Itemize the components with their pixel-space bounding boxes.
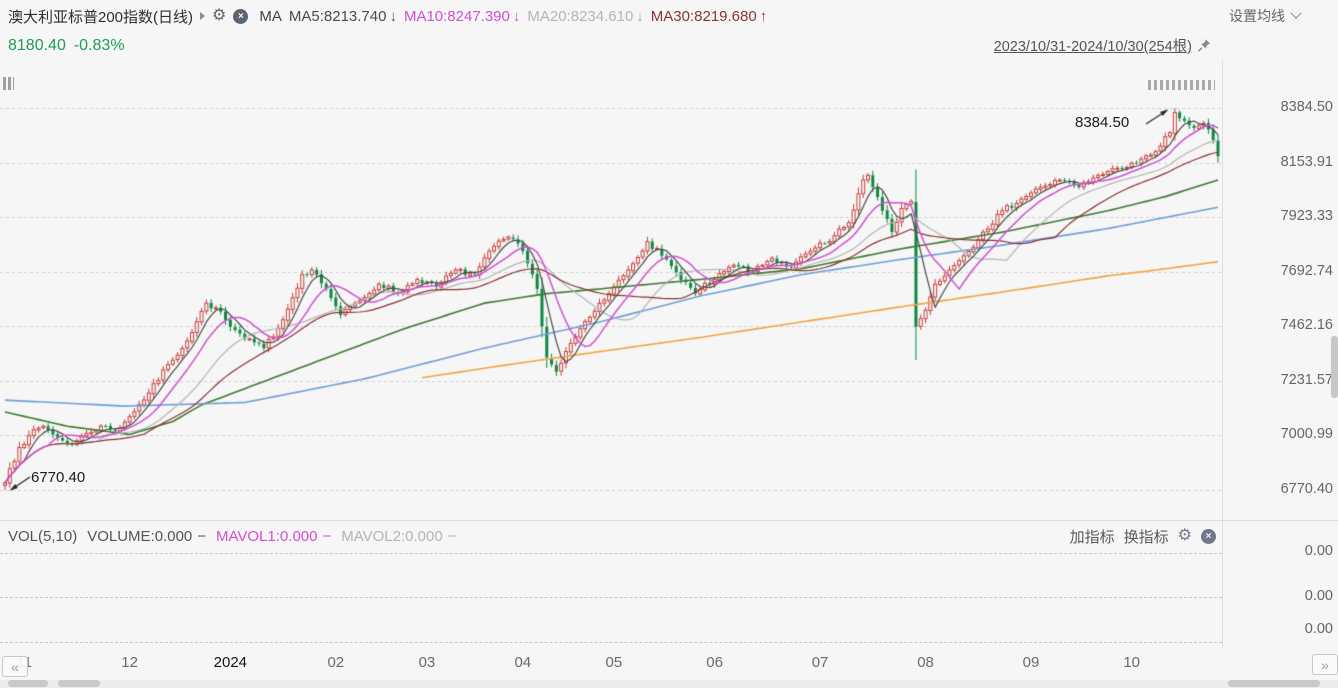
ma30-legend: MA30:8219.680 ↑ bbox=[651, 8, 767, 25]
expand-right-icon[interactable] bbox=[200, 12, 205, 20]
chevron-down-icon bbox=[1290, 8, 1301, 19]
down-arrow-icon: ↓ bbox=[389, 8, 397, 25]
x-axis-label: 12 bbox=[121, 654, 138, 671]
volume-y-axis-label: 0.00 bbox=[1305, 588, 1333, 604]
horizontal-scrollbar[interactable] bbox=[0, 680, 1338, 688]
add-indicator-button[interactable]: 加指标 bbox=[1070, 526, 1115, 547]
pushpin-icon[interactable] bbox=[1197, 38, 1212, 53]
gridline bbox=[0, 553, 1222, 554]
last-price: 8180.40 bbox=[8, 37, 66, 55]
x-axis-label: 02 bbox=[327, 654, 344, 671]
mavol2-legend: MAVOL2:0.000 − bbox=[341, 528, 456, 545]
x-axis-label: 2024 bbox=[214, 654, 247, 671]
x-axis-label: 10 bbox=[1123, 654, 1140, 671]
scrollbar-thumb[interactable] bbox=[58, 680, 100, 687]
y-axis-label: 6770.40 bbox=[1281, 481, 1333, 497]
x-axis-label: 08 bbox=[917, 654, 934, 671]
scrollbar-thumb[interactable] bbox=[8, 680, 48, 687]
y-axis-label: 8384.50 bbox=[1281, 99, 1333, 115]
event-marker-icon[interactable] bbox=[3, 77, 14, 90]
ma-group-label: MA bbox=[259, 8, 282, 25]
x-axis-label: 07 bbox=[812, 654, 829, 671]
x-axis-label: 05 bbox=[606, 654, 623, 671]
down-arrow-icon: ↓ bbox=[636, 8, 644, 25]
switch-indicator-button[interactable]: 换指标 bbox=[1124, 526, 1169, 547]
vol-indicator-label: VOL(5,10) bbox=[8, 528, 77, 545]
ma-settings-button[interactable]: 设置均线 bbox=[1229, 6, 1300, 26]
chart-header: 澳大利亚标普200指数(日线) ⚙ × MA MA5:8213.740 ↓ MA… bbox=[0, 0, 1338, 32]
date-range-link[interactable]: 2023/10/31-2024/10/30(254根) bbox=[994, 35, 1192, 56]
gear-icon[interactable]: ⚙ bbox=[212, 8, 226, 24]
mavol1-legend: MAVOL1:0.000 − bbox=[216, 528, 331, 545]
y-axis-label: 7231.57 bbox=[1281, 372, 1333, 388]
x-axis-label: 03 bbox=[419, 654, 436, 671]
up-arrow-icon: ↑ bbox=[760, 8, 768, 25]
vertical-scrollbar-thumb[interactable] bbox=[1331, 336, 1338, 398]
ma5-legend: MA5:8213.740 ↓ bbox=[289, 8, 397, 25]
price-y-axis: 8384.50 8153.91 7923.33 7692.74 7462.16 7231.… bbox=[1222, 60, 1338, 520]
scroll-left-button[interactable]: « bbox=[2, 656, 28, 677]
time-x-axis: 11122024020304050607080910 bbox=[0, 650, 1222, 678]
y-axis-label: 7000.99 bbox=[1281, 426, 1333, 442]
x-axis-label: 09 bbox=[1023, 654, 1040, 671]
volume-y-axis-label: 0.00 bbox=[1305, 621, 1333, 637]
close-icon[interactable]: × bbox=[1201, 529, 1216, 544]
ma20-legend: MA20:8234.610 ↓ bbox=[527, 8, 643, 25]
event-marker-cluster-icon[interactable] bbox=[1148, 80, 1215, 90]
y-axis-label: 7692.74 bbox=[1281, 263, 1333, 279]
main-chart-region: 8384.50 6770.40 bbox=[0, 60, 1222, 520]
price-row: 8180.40 -0.83% 2023/10/31-2024/10/30(254… bbox=[0, 32, 1338, 59]
x-axis-label: 04 bbox=[514, 654, 531, 671]
ma10-legend: MA10:8247.390 ↓ bbox=[404, 8, 520, 25]
y-axis-label: 7923.33 bbox=[1281, 208, 1333, 224]
change-percent: -0.83% bbox=[74, 37, 125, 55]
period-low-annotation: 6770.40 bbox=[31, 469, 85, 486]
volume-y-axis: 0.000.000.00 bbox=[1222, 551, 1338, 648]
gridline bbox=[0, 597, 1222, 598]
y-axis-label: 8153.91 bbox=[1281, 154, 1333, 170]
scrollbar-thumb[interactable] bbox=[1228, 680, 1320, 687]
close-icon[interactable]: × bbox=[233, 9, 248, 24]
x-axis-label: 06 bbox=[706, 654, 723, 671]
volume-header: VOL(5,10) VOLUME:0.000 − MAVOL1:0.000 − … bbox=[0, 521, 1338, 551]
scroll-right-button[interactable]: » bbox=[1312, 654, 1338, 675]
volume-y-axis-label: 0.00 bbox=[1305, 543, 1333, 559]
y-axis-label: 7462.16 bbox=[1281, 317, 1333, 333]
volume-panel[interactable] bbox=[0, 551, 1222, 648]
gridline bbox=[0, 642, 1222, 643]
period-high-annotation: 8384.50 bbox=[1075, 114, 1129, 131]
candlestick-chart[interactable] bbox=[0, 60, 1222, 520]
down-arrow-icon: ↓ bbox=[513, 8, 521, 25]
page-title[interactable]: 澳大利亚标普200指数(日线) bbox=[8, 6, 193, 27]
volume-legend: VOLUME:0.000 − bbox=[87, 528, 206, 545]
gear-icon[interactable]: ⚙ bbox=[1178, 528, 1192, 544]
stock-chart-app: 澳大利亚标普200指数(日线) ⚙ × MA MA5:8213.740 ↓ MA… bbox=[0, 0, 1338, 688]
